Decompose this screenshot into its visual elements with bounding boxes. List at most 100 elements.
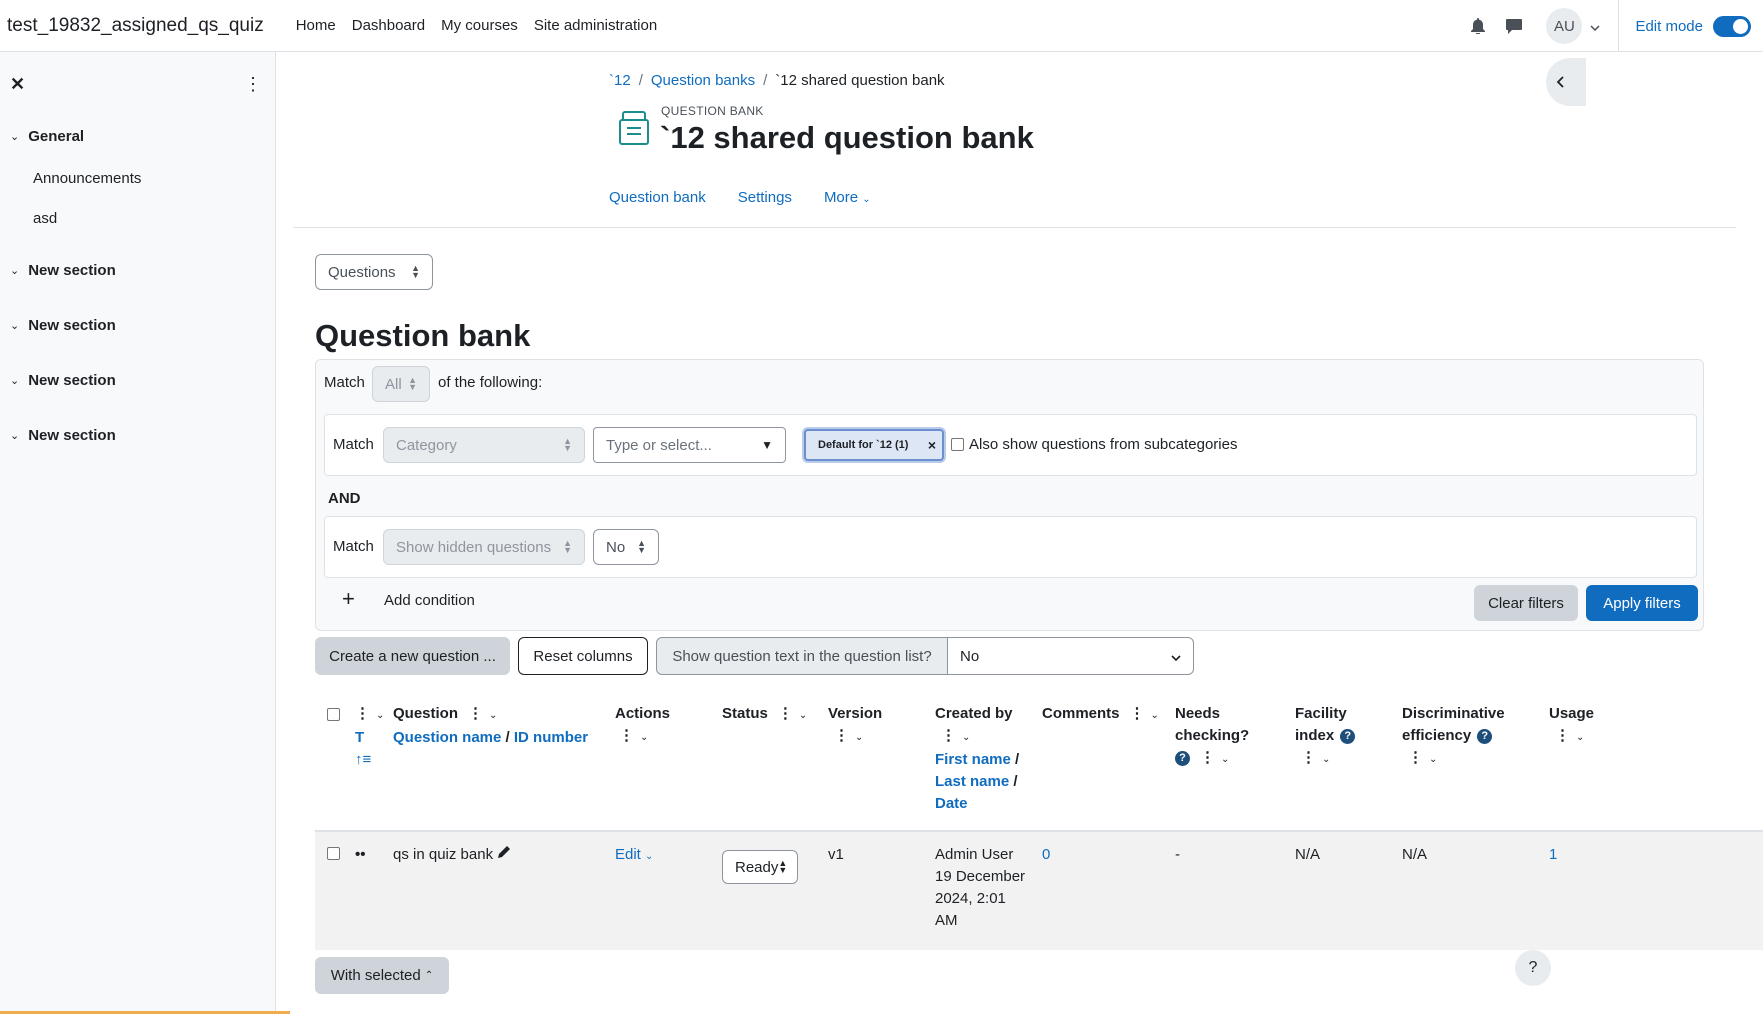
drawer-section-new-3[interactable]: ⌄ New section bbox=[10, 372, 116, 389]
chevron-down-icon[interactable]: ⌄ bbox=[1576, 727, 1584, 749]
kebab-icon[interactable]: ⋮ bbox=[1555, 725, 1570, 747]
row-checkbox[interactable] bbox=[327, 847, 340, 860]
table-row: •• qs in quiz bank Edit ⌄ Ready ▲ ▼ v1 Ad… bbox=[315, 832, 1763, 950]
column-needs-checking: Needs checking? ? ⋮ ⌄ bbox=[1175, 703, 1249, 771]
breadcrumb: `12 / Question banks / `12 shared questi… bbox=[609, 72, 945, 89]
sort-ascending-icon[interactable]: ↑≡ bbox=[355, 751, 371, 768]
chevron-down-icon[interactable]: ⌄ bbox=[1151, 705, 1159, 727]
block-drawer-toggle[interactable] bbox=[1546, 58, 1586, 106]
usage-link[interactable]: 1 bbox=[1549, 844, 1557, 866]
drawer-section-general[interactable]: ⌄ General bbox=[10, 128, 84, 145]
edit-action-menu[interactable]: Edit ⌄ bbox=[615, 844, 653, 868]
chevron-down-icon[interactable]: ⌄ bbox=[855, 727, 863, 749]
plus-icon[interactable]: + bbox=[342, 588, 355, 610]
chevron-down-icon: ⌄ bbox=[645, 851, 654, 862]
chevron-down-icon[interactable]: ⌄ bbox=[10, 130, 19, 143]
messages-icon[interactable] bbox=[1506, 18, 1523, 34]
with-selected-button[interactable]: With selected ⌃ bbox=[315, 957, 449, 994]
chevron-down-icon[interactable]: ⌄ bbox=[376, 705, 384, 727]
facility-index-cell: N/A bbox=[1295, 846, 1321, 863]
chevron-down-icon[interactable]: ⌄ bbox=[640, 727, 648, 749]
show-question-text-select[interactable]: No bbox=[947, 637, 1194, 675]
column-usage: Usage ⋮ ⌄ bbox=[1549, 703, 1594, 749]
condition-match-label: Match bbox=[333, 538, 374, 555]
chevron-down-icon[interactable]: ⌄ bbox=[10, 429, 19, 442]
close-icon[interactable]: × bbox=[928, 437, 936, 453]
kebab-icon[interactable]: ⋮ bbox=[619, 725, 634, 747]
user-menu-chevron-icon[interactable] bbox=[1590, 18, 1600, 35]
tab-question-bank[interactable]: Question bank bbox=[609, 189, 706, 206]
help-icon[interactable]: ? bbox=[1175, 750, 1190, 766]
condition-type-select[interactable]: Show hidden questions ▲ ▼ bbox=[383, 529, 585, 565]
reset-columns-button[interactable]: Reset columns bbox=[518, 637, 648, 675]
nav-my-courses[interactable]: My courses bbox=[441, 17, 518, 34]
kebab-icon[interactable]: ⋮ bbox=[778, 703, 793, 725]
nav-site-administration[interactable]: Site administration bbox=[534, 17, 657, 34]
kebab-icon[interactable]: ⋮ bbox=[1130, 703, 1145, 725]
status-select[interactable]: Ready ▲ ▼ bbox=[722, 850, 798, 884]
kebab-menu-icon[interactable]: ⋮ bbox=[244, 74, 262, 95]
sort-question-name-link[interactable]: Question name bbox=[393, 729, 501, 746]
comments-link[interactable]: 0 bbox=[1042, 844, 1050, 866]
sort-last-name-link[interactable]: Last name bbox=[935, 773, 1009, 790]
edit-mode-toggle[interactable] bbox=[1713, 15, 1751, 37]
kebab-icon[interactable]: ⋮ bbox=[1200, 747, 1215, 769]
add-condition-button[interactable]: Add condition bbox=[384, 592, 475, 609]
condition-type-select[interactable]: Category ▲ ▼ bbox=[383, 427, 585, 463]
chevron-down-icon[interactable]: ⌄ bbox=[1429, 749, 1437, 771]
drawer-section-new-2[interactable]: ⌄ New section bbox=[10, 317, 116, 334]
subcategories-checkbox[interactable] bbox=[951, 438, 964, 451]
create-question-button[interactable]: Create a new question ... bbox=[315, 637, 510, 675]
hidden-questions-select[interactable]: No ▲ ▼ bbox=[593, 529, 659, 565]
drawer-section-new-4[interactable]: ⌄ New section bbox=[10, 427, 116, 444]
chevron-down-icon[interactable]: ⌄ bbox=[1322, 749, 1330, 771]
close-icon[interactable]: ✕ bbox=[10, 74, 25, 95]
drawer-item-announcements[interactable]: Announcements bbox=[33, 170, 141, 187]
chevron-down-icon[interactable]: ⌄ bbox=[10, 319, 19, 332]
kebab-icon[interactable]: ⋮ bbox=[355, 703, 370, 725]
tab-settings[interactable]: Settings bbox=[738, 189, 792, 206]
select-all-checkbox[interactable] bbox=[327, 708, 340, 721]
drawer-section-new-1[interactable]: ⌄ New section bbox=[10, 262, 116, 279]
sort-date-link[interactable]: Date bbox=[935, 795, 968, 812]
match-all-select[interactable]: All ▲ ▼ bbox=[372, 366, 430, 402]
breadcrumb-question-banks[interactable]: Question banks bbox=[651, 72, 755, 89]
chevron-down-icon[interactable]: ⌄ bbox=[962, 727, 970, 749]
condition-hidden: Match Show hidden questions ▲ ▼ No ▲ ▼ bbox=[324, 516, 1697, 578]
breadcrumb-course[interactable]: `12 bbox=[609, 72, 631, 89]
chevron-down-icon[interactable]: ⌄ bbox=[1221, 749, 1229, 771]
user-avatar[interactable]: AU bbox=[1546, 8, 1583, 44]
chevron-down-icon[interactable]: ⌄ bbox=[799, 705, 807, 727]
column-created-by: Created by ⋮ ⌄ First name / Last name / D… bbox=[935, 705, 1020, 812]
section-label: New section bbox=[28, 262, 116, 279]
pencil-icon[interactable] bbox=[497, 846, 511, 863]
kebab-icon[interactable]: ⋮ bbox=[834, 725, 849, 747]
help-icon[interactable]: ? bbox=[1340, 728, 1356, 744]
category-autocomplete-input[interactable]: Type or select... ▼ bbox=[593, 427, 786, 463]
edit-mode-label[interactable]: Edit mode bbox=[1635, 18, 1703, 35]
sort-first-name-link[interactable]: First name bbox=[935, 751, 1011, 768]
view-select[interactable]: Questions ▲ ▼ bbox=[315, 254, 433, 290]
drawer-item-asd[interactable]: asd bbox=[33, 210, 57, 227]
chevron-down-icon[interactable]: ⌄ bbox=[10, 374, 19, 387]
chevron-down-icon[interactable]: ⌄ bbox=[10, 264, 19, 277]
kebab-icon[interactable]: ⋮ bbox=[468, 703, 483, 725]
caret-down-icon: ▼ bbox=[761, 438, 773, 452]
help-icon[interactable]: ? bbox=[1477, 728, 1493, 744]
selected-category-chip[interactable]: Default for `12 (1) × bbox=[804, 429, 944, 461]
nav-home[interactable]: Home bbox=[296, 17, 336, 34]
sort-id-number-link[interactable]: ID number bbox=[514, 729, 588, 746]
bell-icon[interactable] bbox=[1470, 18, 1486, 34]
kebab-icon[interactable]: ⋮ bbox=[941, 725, 956, 747]
kebab-icon[interactable]: ⋮ bbox=[1408, 747, 1423, 769]
site-brand[interactable]: test_19832_assigned_qs_quiz bbox=[7, 15, 264, 37]
tab-more[interactable]: More ⌄ bbox=[824, 189, 871, 206]
kebab-icon[interactable]: ⋮ bbox=[1301, 747, 1316, 769]
sort-type-link[interactable]: T bbox=[355, 729, 364, 746]
nav-dashboard[interactable]: Dashboard bbox=[352, 17, 425, 34]
help-button[interactable]: ? bbox=[1515, 950, 1551, 986]
apply-filters-button[interactable]: Apply filters bbox=[1586, 585, 1698, 621]
clear-filters-button[interactable]: Clear filters bbox=[1474, 585, 1578, 621]
chevron-down-icon[interactable]: ⌄ bbox=[489, 705, 497, 727]
main-region: `12 / Question banks / `12 shared questi… bbox=[276, 52, 1763, 1014]
